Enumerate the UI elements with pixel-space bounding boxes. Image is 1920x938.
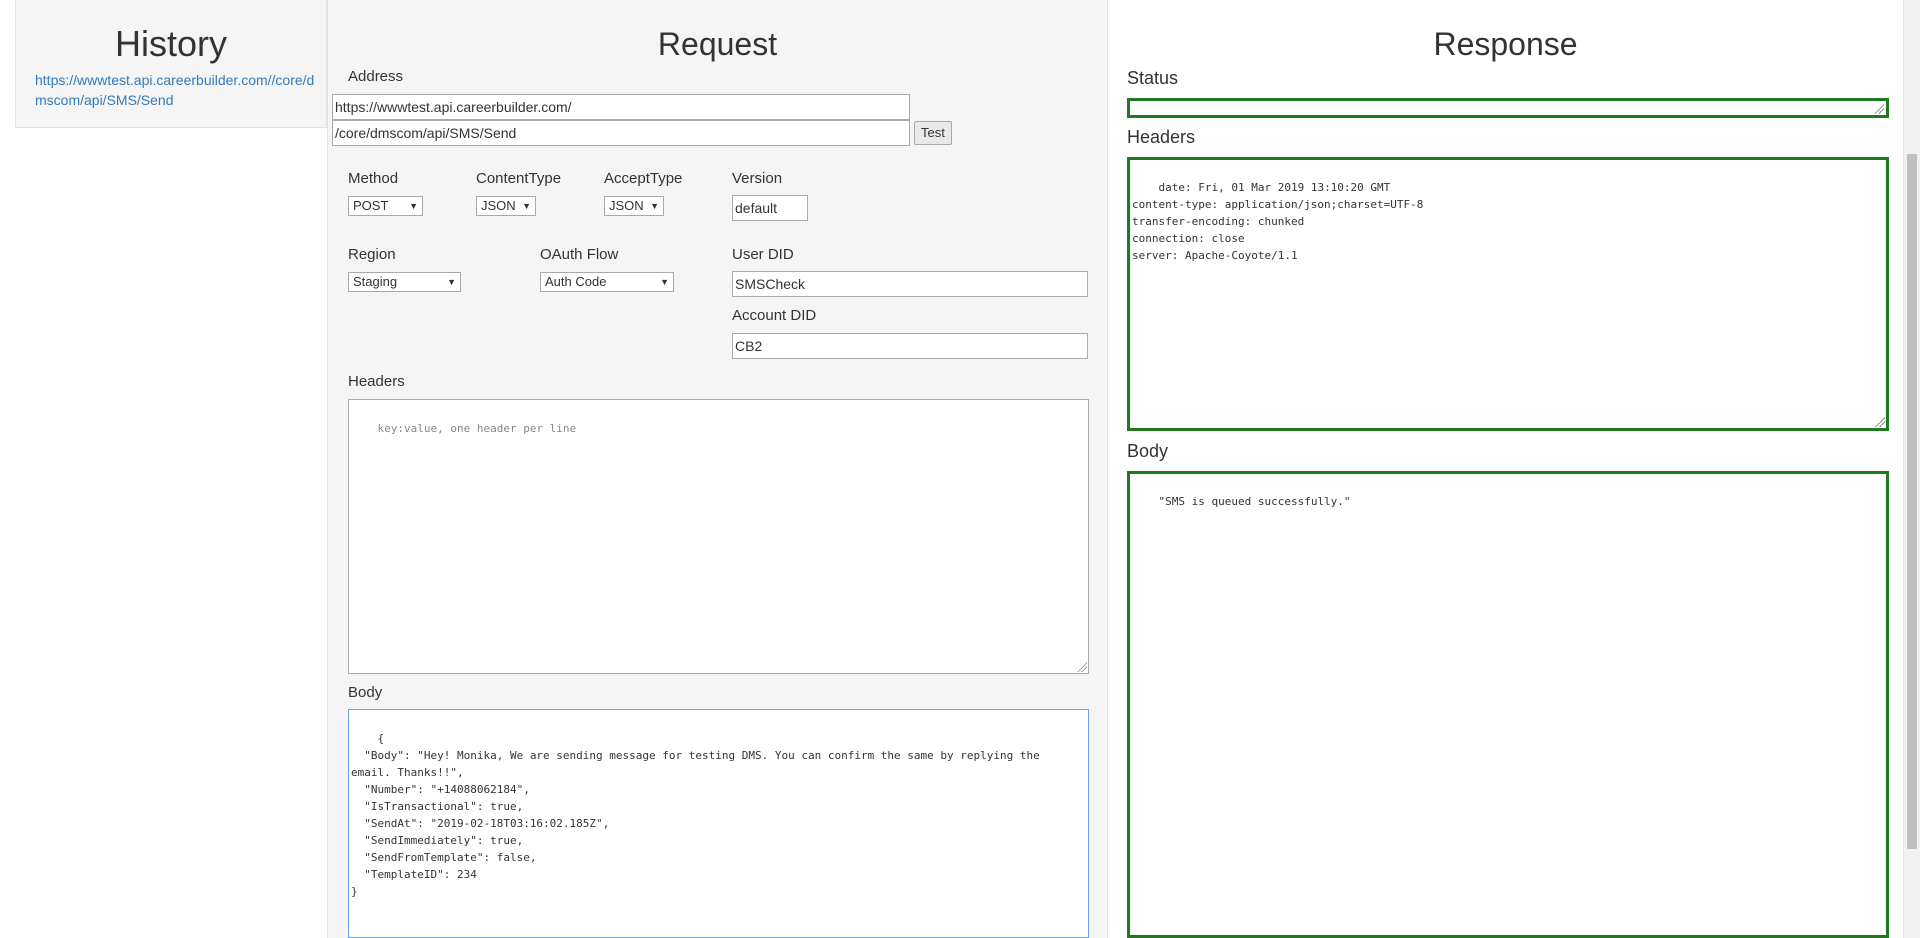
- oauth-label: OAuth Flow: [540, 246, 619, 263]
- scrollbar-thumb[interactable]: [1907, 154, 1917, 849]
- page-scrollbar[interactable]: [1903, 0, 1920, 938]
- response-body-label: Body: [1127, 441, 1169, 461]
- address-label: Address: [348, 68, 404, 85]
- response-body-output[interactable]: "SMS is queued successfully.": [1127, 471, 1889, 938]
- response-headers-content: date: Fri, 01 Mar 2019 13:10:20 GMT cont…: [1132, 181, 1424, 262]
- headers-placeholder: key:value, one header per line: [377, 422, 577, 435]
- method-select[interactable]: POST ▼: [348, 196, 423, 216]
- accept-type-select[interactable]: JSON ▼: [604, 196, 664, 216]
- resize-grip-icon[interactable]: [1077, 662, 1087, 672]
- method-label: Method: [348, 170, 399, 187]
- history-link[interactable]: https://wwwtest.api.careerbuilder.com//c…: [35, 70, 320, 110]
- content-type-label: ContentType: [476, 170, 562, 187]
- body-textarea[interactable]: { "Body": "Hey! Monika, We are sending m…: [348, 709, 1089, 938]
- test-button[interactable]: Test: [914, 121, 952, 145]
- chevron-down-icon: ▼: [409, 201, 418, 211]
- resize-grip-icon[interactable]: [1874, 104, 1884, 114]
- region-value: Staging: [353, 274, 398, 289]
- region-select[interactable]: Staging ▼: [348, 272, 461, 292]
- chevron-down-icon: ▼: [650, 201, 659, 211]
- method-value: POST: [353, 198, 389, 213]
- history-panel: History https://wwwtest.api.careerbuilde…: [15, 0, 327, 128]
- headers-label: Headers: [348, 373, 405, 390]
- account-did-label: Account DID: [732, 307, 817, 324]
- chevron-down-icon: ▼: [660, 277, 669, 287]
- base-url-input[interactable]: https://wwwtest.api.careerbuilder.com/: [332, 94, 910, 120]
- oauth-value: Auth Code: [545, 274, 607, 289]
- accept-type-value: JSON: [609, 198, 644, 213]
- response-headers-output[interactable]: date: Fri, 01 Mar 2019 13:10:20 GMT cont…: [1127, 157, 1889, 431]
- resize-grip-icon[interactable]: [1875, 417, 1885, 427]
- chevron-down-icon: ▼: [522, 201, 531, 211]
- response-body-content: "SMS is queued successfully.": [1158, 495, 1351, 508]
- region-label: Region: [348, 246, 396, 263]
- request-title: Request: [657, 26, 778, 62]
- headers-textarea[interactable]: key:value, one header per line: [348, 399, 1089, 674]
- version-input[interactable]: default: [732, 195, 808, 221]
- content-type-value: JSON: [481, 198, 516, 213]
- body-label: Body: [348, 684, 383, 701]
- history-title: History: [114, 23, 227, 64]
- user-did-label: User DID: [732, 246, 794, 263]
- status-label: Status: [1127, 68, 1179, 88]
- oauth-select[interactable]: Auth Code ▼: [540, 272, 674, 292]
- path-input[interactable]: /core/dmscom/api/SMS/Send: [332, 120, 910, 146]
- response-panel: Response Status 200 Headers date: Fri, 0…: [1108, 0, 1903, 938]
- response-title: Response: [1433, 26, 1578, 62]
- version-label: Version: [732, 170, 783, 187]
- status-output[interactable]: 200: [1127, 98, 1889, 118]
- content-type-select[interactable]: JSON ▼: [476, 196, 536, 216]
- chevron-down-icon: ▼: [447, 277, 456, 287]
- accept-type-label: AcceptType: [604, 170, 683, 187]
- account-did-input[interactable]: CB2: [732, 333, 1088, 359]
- user-did-input[interactable]: SMSCheck: [732, 271, 1088, 297]
- response-headers-label: Headers: [1127, 127, 1196, 147]
- body-content: { "Body": "Hey! Monika, We are sending m…: [351, 732, 1040, 898]
- request-panel: Request Address https://wwwtest.api.care…: [327, 0, 1108, 938]
